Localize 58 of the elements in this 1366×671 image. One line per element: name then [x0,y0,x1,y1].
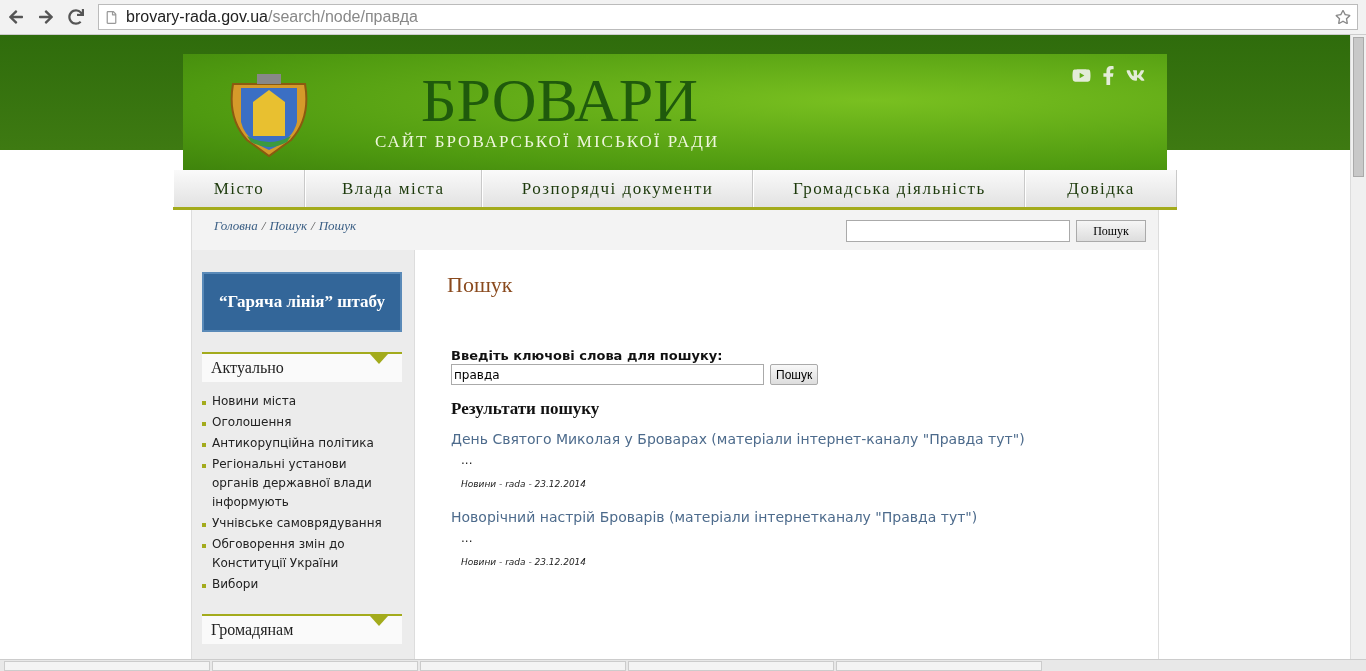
nav-item[interactable]: Довідка [1025,170,1177,207]
download-item[interactable] [4,661,210,671]
result-meta: Новини - rada - 23.12.2014 [461,557,588,567]
nav-item[interactable]: Влада міста [304,170,482,207]
search-field[interactable]: правда [451,364,764,385]
search-field[interactable] [846,220,1070,242]
sidebar-link[interactable]: Регіональні установи органів державної влади інформують [212,455,388,512]
page-icon [105,10,118,24]
download-item[interactable] [836,661,1042,671]
reload-icon[interactable] [68,9,84,25]
sidebar-link[interactable]: Новини міста [212,392,297,411]
breadcrumb-separator: / [261,218,266,234]
hotline-banner[interactable]: “Гаряча лінія” штабу [202,272,402,332]
breadcrumb-link[interactable]: Пошук [318,218,357,234]
download-item[interactable] [628,661,834,671]
nav-item[interactable]: Розпорядчі документи [481,170,754,207]
sidebar-link[interactable]: Оголошення [212,413,292,432]
youtube-icon[interactable] [1072,66,1091,85]
sidebar-link[interactable]: Антикорупційна політика [212,434,374,453]
url-path: /search/node/правда [268,8,418,26]
bullet-icon [202,401,206,405]
page-title: Пошук [447,272,514,298]
search-label: Введіть ключові слова для пошуку: [451,348,724,363]
site-title: БРОВАРИ [421,68,699,132]
breadcrumb-link[interactable]: Головна [214,218,258,234]
bullet-icon [202,544,206,548]
scrollbar-thumb[interactable] [1353,37,1364,177]
sidebar-link[interactable]: Учнівське самоврядування [212,514,382,533]
sidebar-block-title: Актуально [211,359,284,377]
breadcrumb-separator: / [311,218,315,234]
nav-item[interactable]: Місто [173,170,305,207]
sidebar-link[interactable]: Обговорення змін до Конституції України [212,535,388,573]
result-link[interactable]: День Святого Миколая у Броварах (матеріали інтернет-каналу "Правда тут") [451,431,1128,447]
forward-icon[interactable] [38,9,54,25]
bullet-icon [202,523,206,527]
sidebar-link[interactable]: Вибори [212,575,259,594]
result-meta: Новини - rada - 23.12.2014 [461,479,588,489]
bookmark-star-icon[interactable] [1335,9,1351,25]
download-item[interactable] [420,661,626,671]
address-bar[interactable]: brovary-rada.gov.ua/search/node/правда [98,4,1358,30]
sidebar-block-title: Громадянам [211,621,294,639]
scrollbar[interactable] [1350,35,1366,659]
url-host: brovary-rada.gov.ua [126,8,268,26]
nav-item[interactable]: Громадська діяльність [753,170,1026,207]
bullet-icon [202,422,206,426]
breadcrumb-link[interactable]: Пошук [269,218,307,234]
result-link[interactable]: Новорічний настрій Броварів (матеріали інтернетканалу "Правда тут") [451,509,1128,525]
bullet-icon [202,464,206,468]
results-heading: Результати пошуку [451,399,601,419]
bullet-icon [202,443,206,447]
bullet-icon [202,584,206,588]
result-snippet: ... [461,531,474,545]
site-subtitle: САЙТ БРОВАРСЬКОЇ МІСЬКОЇ РАДИ [375,132,720,152]
download-item[interactable] [212,661,418,671]
search-button[interactable]: Пошук [1076,220,1146,242]
search-button[interactable]: Пошук [770,364,819,385]
result-snippet: ... [461,453,474,467]
back-icon[interactable] [8,9,24,25]
